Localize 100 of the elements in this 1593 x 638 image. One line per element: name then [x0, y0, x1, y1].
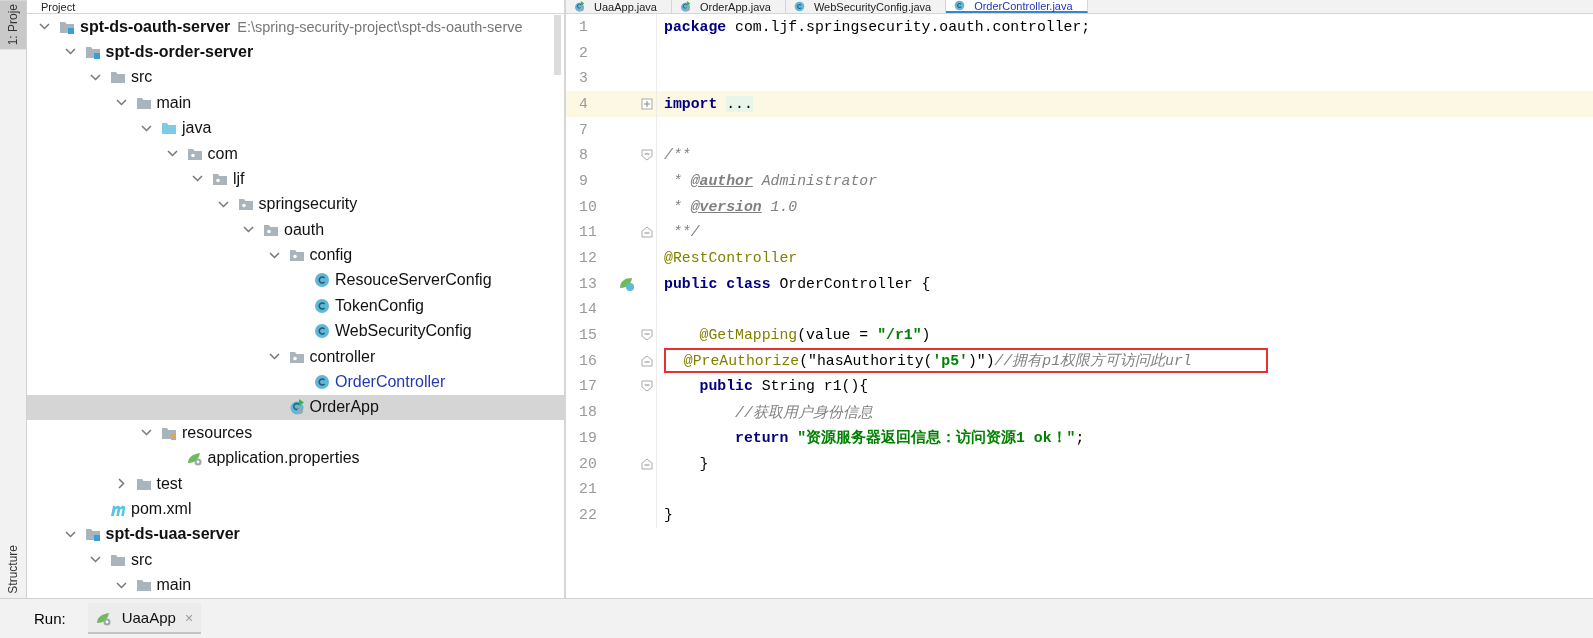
item-label: OrderApp [309, 398, 379, 417]
item-label: test [156, 474, 183, 493]
editor-tab[interactable]: OrderController.java [946, 0, 1088, 13]
package-icon [237, 196, 254, 213]
item-label: oauth [284, 220, 325, 239]
module-folder-icon [84, 526, 101, 543]
line-number: 10 [578, 198, 598, 215]
line-number: 13 [578, 275, 598, 292]
tree-item[interactable]: WebSecurityConfig [27, 318, 564, 344]
code-line: } [664, 506, 673, 523]
class-icon [314, 374, 330, 390]
tree-item[interactable]: OrderApp [27, 394, 564, 421]
item-label: java [182, 119, 212, 138]
code-line: import ... [664, 95, 753, 112]
item-label: pom.xml [131, 499, 192, 518]
tree-item[interactable]: springsecurity [27, 191, 564, 217]
tree-item[interactable]: oauth [27, 217, 564, 243]
tree-item[interactable]: java [27, 115, 564, 141]
class-icon [954, 0, 966, 11]
item-label: spt-ds-uaa-server [105, 525, 240, 544]
item-label: resources [182, 423, 253, 442]
code-line: @RestController [664, 250, 798, 267]
tree-item[interactable]: application.properties [27, 445, 564, 471]
item-label: OrderController [335, 373, 446, 391]
item-label: springsecurity [258, 195, 358, 214]
bean-icon[interactable] [619, 275, 635, 292]
item-path: E:\spring-security-project\spt-ds-oauth-serve [237, 18, 523, 35]
fold-expand-icon[interactable] [641, 97, 653, 110]
line-number: 18 [578, 404, 598, 421]
item-label: main [156, 93, 192, 112]
line-number: 1 [578, 18, 589, 35]
item-label: controller [309, 347, 376, 366]
line-number: 2 [578, 44, 589, 61]
line-number: 4 [578, 95, 589, 112]
tree-item[interactable]: pom.xml [27, 496, 564, 522]
code-line: return "资源服务器返回信息：访问资源1 ok！"; [734, 428, 1085, 448]
code-line: public String r1(){ [698, 378, 869, 395]
item-label: com [207, 144, 238, 163]
run-label: Run: [34, 610, 66, 627]
tree-item[interactable]: main [27, 572, 564, 598]
folder-icon [135, 577, 152, 594]
folder-icon [110, 69, 126, 86]
tree-item[interactable]: TokenConfig [27, 293, 564, 319]
line-number: 7 [578, 121, 589, 138]
scrollbar-thumb[interactable] [554, 15, 561, 75]
tree-item[interactable]: resources [27, 420, 564, 446]
line-number: 9 [578, 172, 589, 189]
line-number: 8 [578, 147, 589, 164]
tree-item[interactable]: src [27, 547, 564, 573]
line-number: 15 [578, 327, 598, 344]
item-label: application.properties [207, 449, 360, 468]
item-label: TokenConfig [335, 296, 424, 315]
item-label: config [309, 246, 353, 265]
tree-item[interactable]: ljf [27, 166, 564, 192]
item-label: src [131, 550, 153, 569]
tree-item[interactable]: spt-ds-uaa-server [27, 521, 564, 548]
line-number: 17 [578, 378, 598, 395]
line-number: 3 [578, 70, 589, 87]
tree-item[interactable]: config [27, 242, 564, 268]
item-label: spt-ds-oauth-server [80, 17, 231, 36]
tool-window-tab[interactable]: Structure [0, 541, 26, 598]
run-class-icon [574, 1, 585, 12]
tab-label: UaaApp [121, 609, 176, 626]
package-icon [288, 247, 305, 264]
editor-tab[interactable]: UaaApp.java [566, 0, 672, 13]
run-tab[interactable]: UaaApp × [87, 603, 202, 634]
item-label: WebSecurityConfig [335, 322, 472, 341]
source-folder-icon [161, 120, 177, 137]
class-icon [793, 1, 805, 12]
code-line: /** [664, 147, 691, 164]
line-number: 20 [578, 455, 598, 472]
tree-item[interactable]: OrderController [27, 369, 564, 395]
line-number: 12 [578, 250, 598, 267]
item-label: ljf [233, 169, 245, 188]
tree-item[interactable]: test [27, 470, 564, 497]
tree-item[interactable]: src [27, 64, 564, 91]
tree-item[interactable]: controller [27, 343, 564, 370]
line-number: 11 [578, 224, 598, 241]
tree-item[interactable]: spt-ds-oauth-server E:\spring-security-project\spt-ds-oauth-serve [27, 13, 564, 40]
line-number: 21 [578, 481, 598, 498]
code-line: **/ [671, 224, 700, 241]
tree-item[interactable]: ResouceServerConfig [27, 267, 564, 294]
class-icon [314, 323, 330, 340]
leaf-gear-icon [186, 450, 203, 467]
code-line: public class OrderController { [664, 275, 931, 292]
run-class-icon [680, 1, 691, 12]
tool-window-tab[interactable]: 1: Proje [0, 0, 26, 50]
class-icon [314, 297, 330, 314]
line-number: 22 [578, 506, 598, 523]
code-line: * @version 1.0 [671, 198, 798, 215]
line-number: 19 [578, 429, 598, 446]
panel-title[interactable]: Project [41, 0, 76, 13]
line-number: 16 [578, 352, 598, 369]
code-line: //获取用户身份信息 [734, 403, 873, 422]
item-label: main [156, 576, 192, 595]
tree-item[interactable]: com [27, 140, 564, 167]
chevron-down-icon[interactable] [165, 147, 179, 160]
tree-item[interactable]: main [27, 90, 564, 116]
tree-item[interactable]: spt-ds-order-server [27, 39, 564, 65]
editor-tab[interactable]: OrderApp.java [672, 0, 786, 13]
